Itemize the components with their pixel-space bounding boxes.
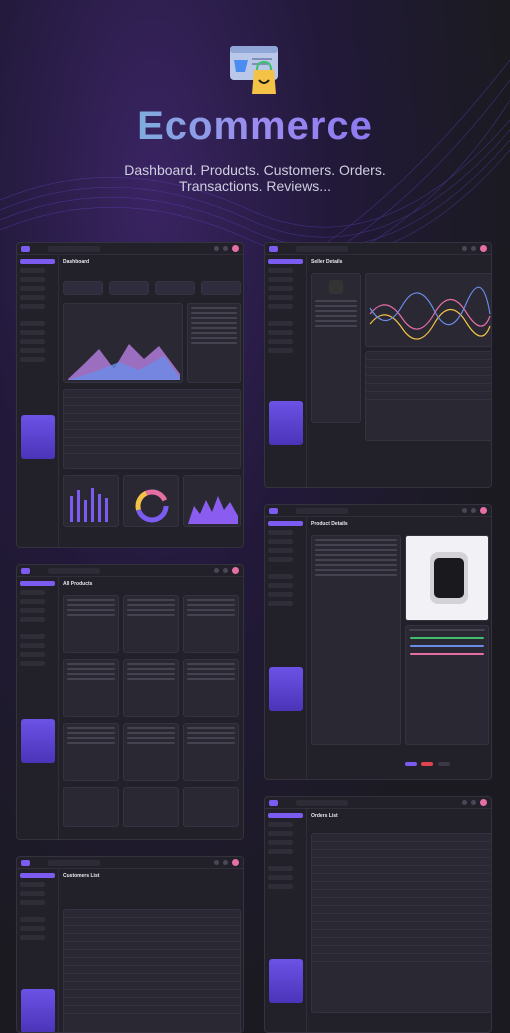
dashboard-screenshot: Dashboard	[16, 242, 244, 548]
screen-title: Customers List	[63, 873, 100, 879]
seller-details-screenshot: Seller Details	[264, 242, 492, 488]
hero-subtitle-line1: Dashboard. Products. Customers. Orders.	[124, 162, 386, 178]
product-details-screenshot: Product Details	[264, 504, 492, 780]
orders-list-screenshot: Orders List	[264, 796, 492, 1033]
all-products-screenshot: All Products	[16, 564, 244, 840]
screen-title: All Products	[63, 581, 93, 587]
screen-title: Orders List	[311, 813, 338, 819]
screen-title: Dashboard	[63, 259, 90, 265]
recent-orders-table	[63, 389, 241, 469]
sidebar	[17, 255, 59, 547]
screen-title: Product Details	[311, 521, 348, 527]
hero-subtitle-line2: Transactions. Reviews...	[179, 178, 331, 194]
screen-title: Seller Details	[311, 259, 343, 265]
sales-chart	[63, 303, 183, 383]
revenue-line-chart	[365, 273, 491, 347]
hero-title: Ecommerce	[0, 104, 510, 149]
hero-subtitle: Dashboard. Products. Customers. Orders. …	[0, 162, 510, 194]
customers-list-screenshot: Customers List	[16, 856, 244, 1033]
product-image	[405, 535, 489, 621]
shopping-bag-icon	[230, 46, 278, 94]
showcase-page: Ecommerce Dashboard. Products. Customers…	[0, 0, 510, 1033]
